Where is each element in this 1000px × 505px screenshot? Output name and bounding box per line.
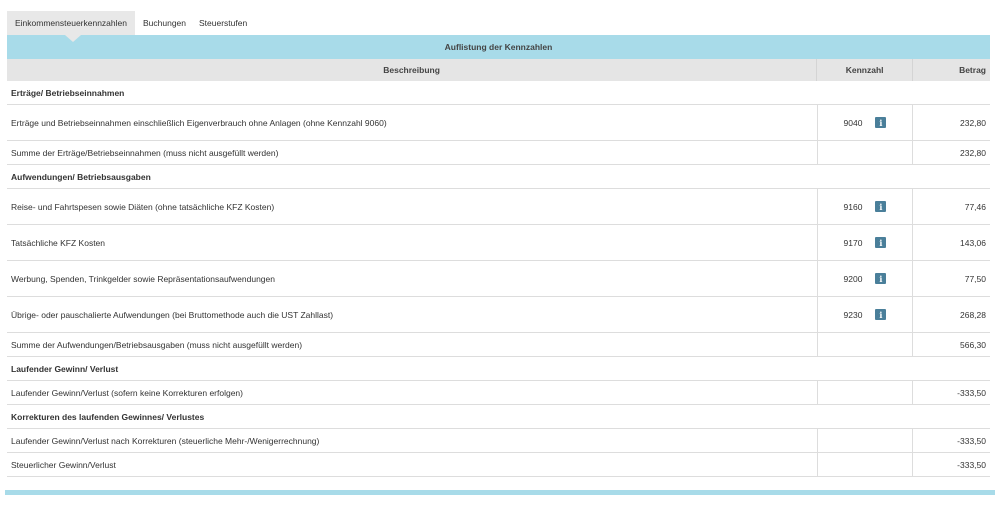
row-code-cell [817,141,912,164]
info-icon[interactable]: i [875,201,887,212]
row-amount: 143,06 [912,225,990,260]
row-code: 9040 [843,117,863,128]
footer-bar [5,490,995,495]
row-description: Reise- und Fahrtspesen sowie Diäten (ohn… [11,201,275,212]
info-icon[interactable]: i [875,237,887,248]
row-code-cell: 9160 i [817,189,912,224]
row-description: Laufender Gewinn/Verlust (sofern keine K… [11,387,243,398]
column-header-description: Beschreibung [383,65,440,75]
table-row: Laufender Gewinn/Verlust (sofern keine K… [7,381,990,405]
tab-einkommensteuerkennzahlen[interactable]: Einkommensteuerkennzahlen [7,11,135,35]
table-row: Summe der Erträge/Betriebseinnahmen (mus… [7,141,990,165]
column-header-amount: Betrag [912,59,990,81]
row-code: 9160 [843,201,863,212]
row-amount: -333,50 [912,453,990,476]
table-row: Tatsächliche KFZ Kosten 9170 i 143,06 [7,225,990,261]
row-code: 9170 [843,237,863,248]
row-amount: 232,80 [912,141,990,164]
table-body: Erträge/ Betriebseinnahmen Erträge und Be… [7,81,990,477]
row-code-cell [817,453,912,476]
row-amount: 77,46 [912,189,990,224]
column-header-code: Kennzahl [816,59,912,81]
info-icon[interactable]: i [875,309,887,320]
row-code: 9200 [843,273,863,284]
row-description: Summe der Aufwendungen/Betriebsausgaben … [11,339,303,350]
row-code-cell [817,429,912,452]
tab-buchungen[interactable]: Buchungen [137,11,192,35]
row-description: Steuerlicher Gewinn/Verlust [11,459,116,470]
section-row: Erträge/ Betriebseinnahmen [7,81,990,105]
active-tab-notch [65,35,81,42]
info-icon[interactable]: i [875,273,887,284]
row-amount: 232,80 [912,105,990,140]
row-amount: -333,50 [912,429,990,452]
row-code-cell [817,333,912,356]
row-code-cell: 9170 i [817,225,912,260]
table-row: Laufender Gewinn/Verlust nach Korrekture… [7,429,990,453]
banner-title: Auflistung der Kennzahlen [444,42,553,52]
table-row: Steuerlicher Gewinn/Verlust -333,50 [7,453,990,477]
row-amount: 566,30 [912,333,990,356]
row-description: Tatsächliche KFZ Kosten [11,237,106,248]
table-row: Erträge und Betriebseinnahmen einschließ… [7,105,990,141]
info-icon[interactable]: i [875,117,887,128]
row-code-cell: 9230 i [817,297,912,332]
row-code-cell: 9040 i [817,105,912,140]
row-description: Laufender Gewinn/Verlust nach Korrekture… [11,435,320,446]
section-label: Erträge/ Betriebseinnahmen [11,87,125,98]
row-amount: -333,50 [912,381,990,404]
table-row: Reise- und Fahrtspesen sowie Diäten (ohn… [7,189,990,225]
row-code-cell: 9200 i [817,261,912,296]
row-amount: 268,28 [912,297,990,332]
row-description: Übrige- oder pauschalierte Aufwendungen … [11,309,334,320]
row-description: Werbung, Spenden, Trinkgelder sowie Repr… [11,273,275,284]
row-description: Erträge und Betriebseinnahmen einschließ… [11,117,387,128]
tab-steuerstufen[interactable]: Steuerstufen [192,11,254,35]
row-description: Summe der Erträge/Betriebseinnahmen (mus… [11,147,279,158]
table-row: Übrige- oder pauschalierte Aufwendungen … [7,297,990,333]
section-label: Aufwendungen/ Betriebsausgaben [11,171,151,182]
table-header: Beschreibung Kennzahl Betrag [7,59,990,81]
section-row: Laufender Gewinn/ Verlust [7,357,990,381]
row-code: 9230 [843,309,863,320]
table-row: Summe der Aufwendungen/Betriebsausgaben … [7,333,990,357]
section-row: Aufwendungen/ Betriebsausgaben [7,165,990,189]
section-row: Korrekturen des laufenden Gewinnes/ Verl… [7,405,990,429]
section-label: Laufender Gewinn/ Verlust [11,363,119,374]
row-code-cell [817,381,912,404]
kennzahlen-panel: Einkommensteuerkennzahlen Buchungen Steu… [7,11,990,477]
section-label: Korrekturen des laufenden Gewinnes/ Verl… [11,411,205,422]
table-row: Werbung, Spenden, Trinkgelder sowie Repr… [7,261,990,297]
row-amount: 77,50 [912,261,990,296]
table-banner: Auflistung der Kennzahlen [7,35,990,59]
tab-bar: Einkommensteuerkennzahlen Buchungen Steu… [7,11,990,35]
